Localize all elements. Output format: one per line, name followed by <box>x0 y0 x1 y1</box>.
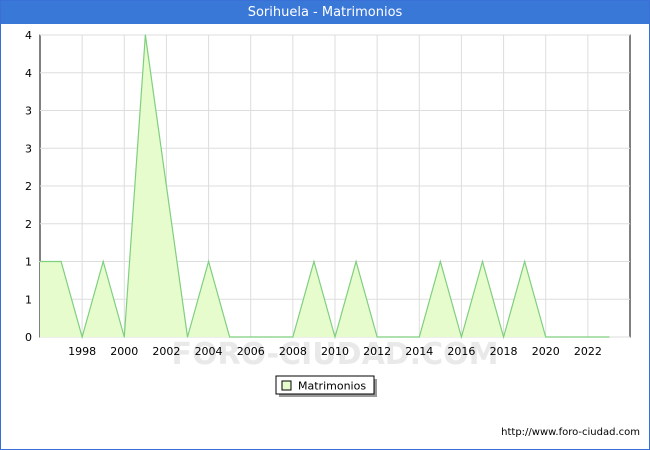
x-tick-label: 2006 <box>237 345 265 358</box>
x-axis-ticks: 1998 2000 2002 2004 2006 2008 2010 2012 2014 2016… <box>68 345 602 358</box>
x-tick-label: 2008 <box>279 345 307 358</box>
legend-label: Matrimonios <box>298 380 366 393</box>
x-tick-label: 2020 <box>532 345 560 358</box>
y-tick-label: 3 <box>25 142 32 155</box>
data-point <box>144 34 146 36</box>
data-point <box>123 336 125 338</box>
y-tick-label: 2 <box>25 218 32 231</box>
x-tick-label: 2010 <box>321 345 349 358</box>
x-tick-label: 2004 <box>195 345 223 358</box>
y-tick-label: 2 <box>25 180 32 193</box>
data-point <box>397 336 399 338</box>
data-point <box>250 336 252 338</box>
y-tick-label: 1 <box>25 293 32 306</box>
legend: Matrimonios <box>275 375 377 397</box>
data-point <box>165 185 168 187</box>
footer-url: http://www.foro-ciudad.com <box>501 427 640 438</box>
data-point <box>313 260 315 263</box>
x-tick-label: 2000 <box>110 345 138 358</box>
chart-svg: FORO-CIUDAD.COM 1998 2000 2002 2004 2006 2008… <box>25 29 631 397</box>
y-tick-label: 3 <box>25 105 32 118</box>
x-tick-label: 1998 <box>68 345 96 358</box>
data-point <box>481 260 484 263</box>
data-point <box>207 260 210 263</box>
data-point <box>334 336 336 338</box>
x-tick-label: 2012 <box>363 345 391 358</box>
y-axis-ticks: 0 1 1 2 2 3 3 4 4 <box>25 29 32 344</box>
data-point <box>608 336 610 338</box>
data-point <box>502 336 505 338</box>
x-tick-label: 2018 <box>490 345 518 358</box>
data-point <box>418 336 420 338</box>
data-point <box>102 260 104 263</box>
legend-swatch <box>281 380 292 391</box>
y-tick-label: 4 <box>25 29 32 42</box>
y-tick-label: 1 <box>25 256 32 269</box>
x-tick-label: 2014 <box>405 345 433 358</box>
data-point <box>81 336 83 338</box>
data-point <box>292 336 294 338</box>
data-point <box>60 260 62 263</box>
data-point <box>186 336 189 338</box>
data-point <box>229 336 231 338</box>
data-point <box>587 336 589 338</box>
data-point <box>355 260 357 263</box>
x-tick-label: 2016 <box>447 345 475 358</box>
data-point <box>439 260 441 263</box>
data-point <box>524 260 526 263</box>
x-tick-label: 2002 <box>152 345 180 358</box>
data-point <box>271 336 273 338</box>
data-point <box>460 336 463 338</box>
data-point <box>566 336 568 338</box>
data-point <box>39 260 41 263</box>
data-point <box>376 336 378 338</box>
data-point <box>545 336 547 338</box>
y-tick-label: 4 <box>25 67 32 80</box>
x-tick-label: 2022 <box>574 345 602 358</box>
y-tick-label: 0 <box>25 331 32 344</box>
